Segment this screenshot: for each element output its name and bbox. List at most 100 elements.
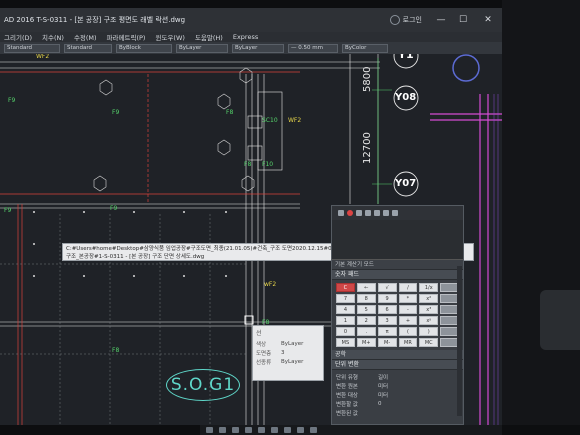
tag-wf2: wF2 bbox=[264, 281, 276, 288]
grid-icon[interactable] bbox=[219, 427, 226, 433]
calc-key[interactable]: 7 bbox=[336, 294, 355, 303]
calc-key[interactable]: 2 bbox=[356, 316, 376, 325]
unit-row: 변환 원본 미터 bbox=[336, 383, 389, 390]
user-login[interactable]: 로그인 bbox=[389, 15, 422, 25]
calc-scrollbar[interactable] bbox=[457, 266, 462, 416]
calc-key[interactable]: √ bbox=[377, 283, 397, 292]
calc-key[interactable]: ← bbox=[356, 283, 376, 292]
snap-icon[interactable] bbox=[206, 427, 213, 433]
user-icon bbox=[389, 15, 400, 25]
osnap-icon[interactable] bbox=[258, 427, 265, 433]
annotation-icon[interactable] bbox=[297, 427, 304, 433]
calc-key[interactable]: ( bbox=[398, 327, 418, 336]
calc-key[interactable]: x³ bbox=[419, 305, 439, 314]
lineweight-combo[interactable]: — 0.50 mm bbox=[288, 43, 338, 53]
calc-key[interactable]: 5 bbox=[356, 305, 376, 314]
calc-key[interactable]: * bbox=[398, 294, 418, 303]
calc-key[interactable]: M- bbox=[377, 338, 397, 347]
monitor-bezel-top bbox=[0, 0, 580, 8]
polar-icon[interactable] bbox=[245, 427, 252, 433]
minimize-button[interactable]: — bbox=[430, 11, 452, 29]
dim-style-combo[interactable]: Standard bbox=[64, 43, 112, 53]
dimension-5800: 5800 bbox=[362, 66, 373, 92]
tag-f9: F9 bbox=[110, 205, 117, 212]
calc-key[interactable]: 6 bbox=[377, 305, 397, 314]
workspace-icon[interactable] bbox=[310, 427, 317, 433]
calc-key[interactable]: ) bbox=[419, 327, 439, 336]
menu-express[interactable]: Express bbox=[233, 33, 258, 41]
angle-icon[interactable] bbox=[374, 210, 380, 216]
otrack-icon[interactable] bbox=[271, 427, 278, 433]
linetype-combo[interactable]: ByLayer bbox=[232, 43, 284, 53]
calc-key[interactable]: M+ bbox=[356, 338, 376, 347]
tag-sc10: SC10 bbox=[262, 117, 278, 124]
lineweight-icon[interactable] bbox=[284, 427, 291, 433]
popup-row: 도면층 3 bbox=[256, 349, 285, 357]
calc-key[interactable]: 3 bbox=[377, 316, 397, 325]
menu-help[interactable]: 도움말(H) bbox=[195, 32, 223, 42]
unit-conversion-table: 단위 유형 길이 변환 원본 미터 변환 대상 미터 변환할 값0 변환된 값 bbox=[332, 370, 463, 419]
calc-key[interactable]: / bbox=[398, 283, 418, 292]
calc-key[interactable]: - bbox=[398, 305, 418, 314]
calc-key[interactable]: 8 bbox=[356, 294, 376, 303]
wall-outline bbox=[257, 91, 283, 171]
sog-label: S.O.G1 bbox=[166, 369, 240, 401]
menu-window[interactable]: 윈도우(W) bbox=[155, 32, 184, 42]
tag-wf2: WF2 bbox=[288, 117, 301, 124]
calc-key[interactable]: MS bbox=[336, 338, 355, 347]
popup-row: 선종류 ByLayer bbox=[256, 358, 304, 366]
monitor-bezel-right bbox=[502, 0, 580, 435]
unit-row: 변환 대상 미터 bbox=[336, 392, 389, 399]
menu-modify[interactable]: 수정(M) bbox=[74, 32, 97, 42]
calc-key[interactable]: + bbox=[398, 316, 418, 325]
calc-input-area[interactable] bbox=[332, 220, 463, 260]
menu-parametric[interactable]: 파라메트릭(P) bbox=[107, 32, 146, 42]
numpad-header[interactable]: 숫자 패드 bbox=[332, 270, 463, 280]
tag-wf2: WF2 bbox=[36, 54, 49, 60]
help-icon[interactable] bbox=[392, 210, 398, 216]
calc-mode-header[interactable]: 기본 계산기 모드 bbox=[332, 260, 463, 270]
status-bar bbox=[200, 425, 502, 435]
dimension-12700: 12700 bbox=[362, 132, 373, 164]
calc-toolbar bbox=[332, 206, 463, 220]
calc-key[interactable]: xʸ bbox=[419, 316, 439, 325]
calc-key[interactable]: π bbox=[377, 327, 397, 336]
clear-icon[interactable] bbox=[338, 210, 344, 216]
calc-key[interactable]: C bbox=[336, 283, 355, 292]
scientific-header[interactable]: 공학 bbox=[332, 350, 463, 360]
calc-key[interactable]: . bbox=[356, 327, 376, 336]
user-label: 로그인 bbox=[402, 16, 422, 24]
col-box bbox=[247, 115, 263, 129]
plotstyle-combo[interactable]: ByColor bbox=[342, 43, 388, 53]
tag-f9: F9 bbox=[112, 109, 119, 116]
navigation-wheel-icon bbox=[452, 54, 480, 82]
history-icon[interactable] bbox=[347, 210, 353, 216]
unit-row: 변환할 값0 bbox=[336, 400, 382, 408]
calc-key[interactable]: MR bbox=[398, 338, 418, 347]
maximize-button[interactable]: ☐ bbox=[452, 11, 474, 29]
calc-key[interactable]: 4 bbox=[336, 305, 355, 314]
ortho-icon[interactable] bbox=[232, 427, 239, 433]
calc-key[interactable]: MC bbox=[419, 338, 439, 347]
calc-key[interactable]: 1 bbox=[336, 316, 355, 325]
get-coordinates-icon[interactable] bbox=[356, 210, 362, 216]
calc-key[interactable]: 1/x bbox=[419, 283, 439, 292]
calc-key[interactable]: 0 bbox=[336, 327, 355, 336]
window-title: AD 2016 T-S-0311 - [본 공장] 구조 평면도 래벨 락션.d… bbox=[4, 16, 186, 24]
popup-row: 색상 ByLayer bbox=[256, 340, 304, 348]
quickcalc-panel: 기본 계산기 모드 숫자 패드 C ← √/1/x 7 8 9 * x² 4 5 6- x³ 1 2 3 + x… bbox=[331, 205, 464, 425]
text-style-combo[interactable]: Standard bbox=[4, 43, 60, 53]
grid-label-y08: Y08 bbox=[395, 92, 417, 103]
close-button[interactable]: ✕ bbox=[474, 11, 502, 29]
layer-combo[interactable]: ByBlock bbox=[116, 43, 172, 53]
intersection-icon[interactable] bbox=[383, 210, 389, 216]
tag-f9: F9 bbox=[4, 207, 11, 214]
menu-draw[interactable]: 그리기(D) bbox=[4, 32, 32, 42]
calc-key[interactable]: 9 bbox=[377, 294, 397, 303]
distance-icon[interactable] bbox=[365, 210, 371, 216]
tag-f8: F8 bbox=[244, 161, 251, 168]
calc-key[interactable]: x² bbox=[419, 294, 439, 303]
unit-conversion-header[interactable]: 단위 변환 bbox=[332, 360, 463, 370]
color-combo[interactable]: ByLayer bbox=[176, 43, 228, 53]
menu-dimension[interactable]: 치수(N) bbox=[42, 32, 64, 42]
